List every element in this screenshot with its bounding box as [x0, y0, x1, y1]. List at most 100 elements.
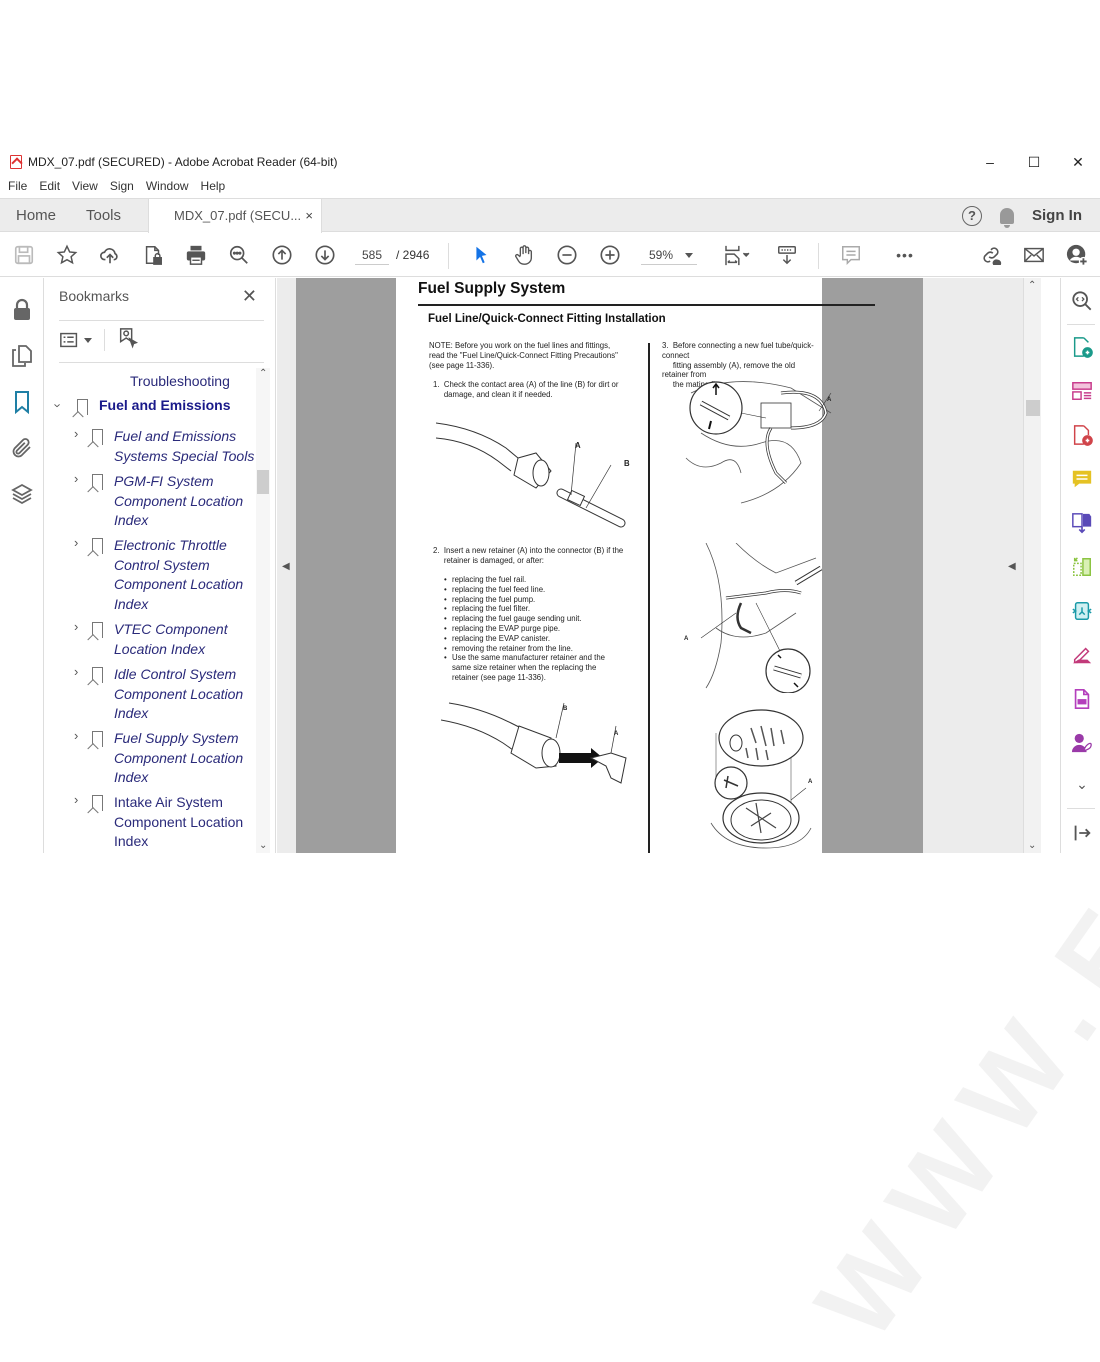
bookmark-label: Component Location: [114, 813, 244, 830]
menu-help[interactable]: Help: [195, 176, 232, 196]
bookmarks-scrollbar[interactable]: ⌃ ⌄: [256, 368, 270, 853]
chevron-right-icon[interactable]: ›: [74, 664, 78, 679]
zoom-in-icon[interactable]: [598, 243, 622, 267]
find-icon[interactable]: [227, 243, 251, 267]
create-pdf-icon[interactable]: [1071, 424, 1093, 446]
save-icon[interactable]: [12, 243, 36, 267]
search-tools-icon[interactable]: [1071, 290, 1093, 312]
organize-pages-icon[interactable]: [1071, 380, 1093, 402]
share-link-icon[interactable]: [979, 243, 1003, 267]
export-pdf-icon[interactable]: [1071, 336, 1093, 358]
bookmark-label: Fuel and Emissions: [99, 397, 231, 413]
sign-in-button[interactable]: Sign In: [1032, 207, 1082, 224]
hand-tool-icon[interactable]: [512, 243, 536, 267]
bookmark-icon: [92, 429, 103, 445]
bookmark-label: Index: [114, 833, 149, 849]
help-icon[interactable]: ?: [962, 205, 982, 226]
zoom-out-icon[interactable]: [555, 243, 579, 267]
bookmark-icon: [92, 538, 103, 554]
compress-pdf-icon[interactable]: [1071, 556, 1093, 578]
chevron-right-icon[interactable]: ›: [74, 426, 78, 441]
select-cursor-icon[interactable]: [469, 243, 493, 267]
print-icon[interactable]: [184, 243, 208, 267]
upload-cloud-icon[interactable]: [98, 243, 122, 267]
new-bookmark-icon[interactable]: [117, 327, 139, 354]
send-for-review-icon[interactable]: [1071, 688, 1093, 710]
label-a: A: [575, 441, 581, 450]
acrobat-app-icon: [10, 155, 22, 169]
bookmark-item-fuel-and-emissions[interactable]: Fuel and Emissions: [99, 396, 230, 416]
bookmark-icon: [77, 399, 88, 415]
label-a: A: [827, 397, 832, 403]
close-tab-icon[interactable]: ×: [305, 199, 313, 232]
expand-tools-icon[interactable]: ⌄: [1071, 776, 1093, 798]
scrollbar-thumb[interactable]: [1026, 400, 1040, 416]
menu-sign[interactable]: Sign: [104, 176, 140, 196]
more-options-icon[interactable]: •••: [893, 243, 917, 267]
secure-file-icon[interactable]: [141, 243, 165, 267]
scrollbar-thumb[interactable]: [257, 470, 269, 494]
bookmark-item-idle-control[interactable]: Idle Control System Component Location I…: [114, 665, 243, 724]
lock-icon[interactable]: [10, 298, 34, 322]
next-page-icon[interactable]: [313, 243, 337, 267]
chevron-right-icon[interactable]: ›: [74, 535, 78, 550]
menu-view[interactable]: View: [66, 176, 104, 196]
notifications-bell-icon[interactable]: [1000, 207, 1014, 228]
menu-file[interactable]: File: [0, 176, 33, 196]
bookmark-item-intake-air[interactable]: Intake Air System Component Location Ind…: [114, 793, 243, 852]
scroll-up-icon[interactable]: ⌃: [1028, 280, 1036, 291]
list-item: replacing the fuel gauge sending unit.: [444, 614, 605, 624]
bookmark-options-icon[interactable]: [59, 329, 92, 351]
tab-document[interactable]: MDX_07.pdf (SECU... ×: [148, 199, 322, 233]
comment-icon[interactable]: [839, 243, 863, 267]
scroll-up-icon[interactable]: ⌃: [259, 368, 267, 379]
bookmark-item-electronic-throttle[interactable]: Electronic Throttle Control System Compo…: [114, 536, 243, 614]
tab-tools[interactable]: Tools: [86, 199, 121, 232]
chevron-right-icon[interactable]: ›: [74, 728, 78, 743]
document-scrollbar[interactable]: ⌃ ⌄: [1023, 278, 1041, 853]
tab-home[interactable]: Home: [16, 199, 56, 232]
bookmark-icon: [92, 474, 103, 490]
chevron-down-icon[interactable]: ›: [51, 403, 66, 407]
fill-sign-icon[interactable]: [1071, 644, 1093, 666]
maximize-button[interactable]: ☐: [1012, 150, 1056, 174]
layers-icon[interactable]: [10, 482, 34, 506]
zoom-level-dropdown[interactable]: 59%: [641, 245, 697, 265]
bookmarks-icon[interactable]: [10, 390, 34, 415]
label-a: A: [684, 636, 689, 642]
close-panel-icon[interactable]: ✕: [242, 286, 257, 307]
menu-window[interactable]: Window: [140, 176, 195, 196]
close-window-button[interactable]: ✕: [1056, 150, 1100, 174]
page-number-input[interactable]: 585: [355, 245, 389, 265]
bookmark-item-pgm-fi[interactable]: PGM-FI System Component Location Index: [114, 472, 243, 531]
request-signature-icon[interactable]: [1071, 732, 1093, 754]
comment-tool-icon[interactable]: [1071, 468, 1093, 490]
scroll-down-icon[interactable]: ⌄: [259, 840, 267, 851]
combine-files-icon[interactable]: [1071, 512, 1093, 534]
minimize-button[interactable]: –: [968, 150, 1012, 174]
bookmark-item-vtec[interactable]: VTEC Component Location Index: [114, 620, 228, 659]
tools-pane: ⌄: [1060, 278, 1100, 853]
fit-page-icon[interactable]: [720, 243, 754, 267]
add-user-icon[interactable]: [1065, 243, 1089, 267]
chevron-right-icon[interactable]: ›: [74, 792, 78, 807]
menu-edit[interactable]: Edit: [33, 176, 66, 196]
previous-page-icon[interactable]: [270, 243, 294, 267]
chevron-right-icon[interactable]: ›: [74, 471, 78, 486]
email-icon[interactable]: [1022, 243, 1046, 267]
scroll-down-icon[interactable]: ⌄: [1028, 840, 1036, 851]
collapse-left-panel-icon[interactable]: ◀: [282, 561, 290, 572]
page-thumbnails-icon[interactable]: [10, 344, 34, 368]
collapse-right-panel-icon[interactable]: ◀: [1008, 561, 1016, 572]
bookmark-item-fuel-supply[interactable]: Fuel Supply System Component Location In…: [114, 729, 243, 788]
chevron-down-icon: [685, 253, 693, 258]
bookmark-item-special-tools[interactable]: Fuel and Emissions Systems Special Tools: [114, 427, 254, 466]
acrobat-window: MDX_07.pdf (SECURED) - Adobe Acrobat Rea…: [0, 150, 1100, 1360]
collapse-tools-pane-icon[interactable]: [1071, 822, 1093, 844]
scroll-mode-icon[interactable]: [775, 243, 799, 267]
bookmark-star-icon[interactable]: [55, 243, 79, 267]
chevron-right-icon[interactable]: ›: [74, 619, 78, 634]
attachments-icon[interactable]: [10, 436, 34, 460]
redact-icon[interactable]: [1071, 600, 1093, 622]
bookmark-item-troubleshooting[interactable]: Troubleshooting: [130, 372, 230, 392]
